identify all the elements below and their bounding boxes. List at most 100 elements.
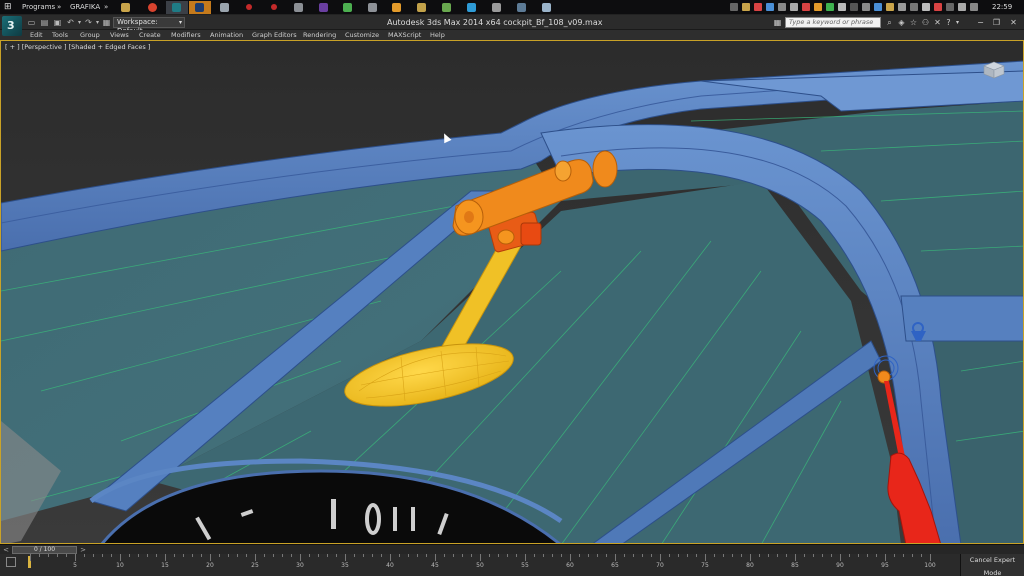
project-folder-icon[interactable]: ▦ (102, 18, 111, 27)
workspace-dropdown[interactable]: Workspace: Default▾ (113, 17, 185, 35)
help-icon[interactable]: ? (944, 18, 953, 27)
tray-icon[interactable] (826, 3, 834, 11)
tray-icon[interactable] (910, 3, 918, 11)
new-file-icon[interactable]: ▭ (27, 18, 36, 27)
tray-icon[interactable] (754, 3, 762, 11)
tray-icon[interactable] (922, 3, 930, 11)
3dsmax-app-button[interactable]: 3 (2, 16, 22, 36)
taskbar-app-photoshop[interactable] (189, 1, 211, 14)
exchange-icon[interactable]: ✕ (933, 18, 942, 27)
menu-modifiers[interactable]: Modifiers (171, 30, 201, 40)
tray-icon[interactable] (898, 3, 906, 11)
mirror-bracket-clip[interactable] (520, 222, 542, 246)
track-tick (534, 554, 535, 557)
track-tick (120, 554, 121, 561)
chevron-down-icon[interactable]: ▾ (93, 18, 102, 27)
clock[interactable]: 22:59 (992, 0, 1012, 15)
taskbar-app-generic[interactable] (486, 1, 508, 14)
track-tick-label: 5 (73, 562, 77, 569)
menu-edit[interactable]: Edit (30, 30, 43, 40)
user-icon[interactable]: ⚇ (921, 18, 930, 27)
taskbar-app-generic[interactable] (238, 1, 260, 14)
tray-icon[interactable] (886, 3, 894, 11)
minimize-icon[interactable]: − (976, 18, 985, 27)
menu-views[interactable]: Views (110, 30, 129, 40)
open-file-icon[interactable]: ▤ (40, 18, 49, 27)
menu-group[interactable]: Group (80, 30, 100, 40)
network-icon[interactable] (970, 3, 978, 11)
undo-icon[interactable]: ↶ (66, 18, 75, 27)
window-title: Autodesk 3ds Max 2014 x64 cockpit_Bf_108… (387, 18, 603, 27)
menu-graph-editors[interactable]: Graph Editors (252, 30, 297, 40)
image-icon (220, 3, 229, 12)
tray-icon[interactable] (934, 3, 942, 11)
tray-icon[interactable] (790, 3, 798, 11)
mirror-bracket-pivot-right[interactable] (592, 150, 618, 188)
track-bar[interactable]: 5 10 15 20 25 30 35 40 45 50 55 60 65 70 75 80 85 90 95 100 (0, 554, 960, 576)
mirror-bracket-joint[interactable] (497, 229, 515, 245)
taskbar-app-generic[interactable] (536, 1, 558, 14)
communication-icon[interactable]: ☆ (909, 18, 918, 27)
chevron-icon[interactable]: » (57, 0, 61, 15)
app-icon (392, 3, 401, 12)
taskbar-app-generic[interactable] (263, 1, 285, 14)
chevron-icon[interactable]: » (104, 0, 108, 15)
chevron-down-icon[interactable]: ▾ (75, 18, 84, 27)
taskbar-app-generic[interactable] (411, 1, 433, 14)
tray-icon[interactable] (874, 3, 882, 11)
viewport-label[interactable]: [ + ] [Perspective ] [Shaded + Edged Fac… (5, 43, 150, 51)
programs-menu[interactable]: Programs (22, 0, 55, 15)
tray-icon[interactable] (946, 3, 954, 11)
binoculars-icon[interactable]: ⌕ (885, 18, 894, 27)
viewcube-icon[interactable] (983, 61, 1005, 79)
track-tick (201, 554, 202, 557)
menu-maxscript[interactable]: MAXScript (388, 30, 421, 40)
taskbar-app-3dsmax[interactable] (166, 1, 188, 14)
taskbar-app-generic[interactable] (511, 1, 533, 14)
taskbar-app-chrome[interactable] (142, 1, 164, 14)
speaker-icon[interactable] (958, 3, 966, 11)
taskbar-app-generic[interactable] (362, 1, 384, 14)
tray-icon[interactable] (814, 3, 822, 11)
taskbar-app-explorer[interactable] (115, 1, 137, 14)
taskbar-app-generic[interactable] (288, 1, 310, 14)
curve-editor-icon[interactable] (6, 557, 16, 567)
taskbar-app-generic[interactable] (337, 1, 359, 14)
time-slider-thumb[interactable]: 0 / 100 (12, 546, 77, 554)
tray-icon[interactable] (862, 3, 870, 11)
grafika-folder[interactable]: GRAFIKA (70, 0, 100, 15)
toolbar-icon[interactable]: ▦ (773, 18, 782, 27)
menu-animation[interactable]: Animation (210, 30, 243, 40)
menu-tools[interactable]: Tools (52, 30, 68, 40)
menu-rendering[interactable]: Rendering (303, 30, 336, 40)
cancel-expert-mode-button[interactable]: Cancel Expert Mode (960, 554, 1024, 576)
tray-icon[interactable] (838, 3, 846, 11)
taskbar-app-generic[interactable] (386, 1, 408, 14)
menu-customize[interactable]: Customize (345, 30, 379, 40)
restore-icon[interactable]: ❐ (992, 18, 1001, 27)
chevron-down-icon[interactable]: ▾ (953, 18, 962, 27)
tray-icon[interactable] (778, 3, 786, 11)
search-input[interactable]: Type a keyword or phrase (785, 17, 881, 28)
viewport-scene[interactable] (1, 41, 1024, 544)
taskbar-app-generic[interactable] (214, 1, 236, 14)
tray-icon[interactable] (742, 3, 750, 11)
redo-icon[interactable]: ↷ (84, 18, 93, 27)
subscription-icon[interactable]: ◈ (897, 18, 906, 27)
time-slider[interactable]: < 0 / 100 > (0, 544, 1024, 554)
windows-logo-icon[interactable]: ⊞ (4, 0, 12, 15)
taskbar-app-generic[interactable] (461, 1, 483, 14)
tray-icon[interactable] (850, 3, 858, 11)
menu-help[interactable]: Help (430, 30, 445, 40)
tray-icon[interactable] (802, 3, 810, 11)
tray-icon[interactable] (730, 3, 738, 11)
taskbar-app-generic[interactable] (436, 1, 458, 14)
save-icon[interactable]: ▣ (53, 18, 62, 27)
perspective-viewport[interactable]: [ + ] [Perspective ] [Shaded + Edged Fac… (0, 40, 1024, 544)
taskbar-app-generic[interactable] (313, 1, 335, 14)
steam-icon (517, 3, 526, 12)
close-icon[interactable]: ✕ (1009, 18, 1018, 27)
tray-icon[interactable] (766, 3, 774, 11)
track-tick-label: 80 (746, 562, 754, 569)
menu-create[interactable]: Create (139, 30, 161, 40)
